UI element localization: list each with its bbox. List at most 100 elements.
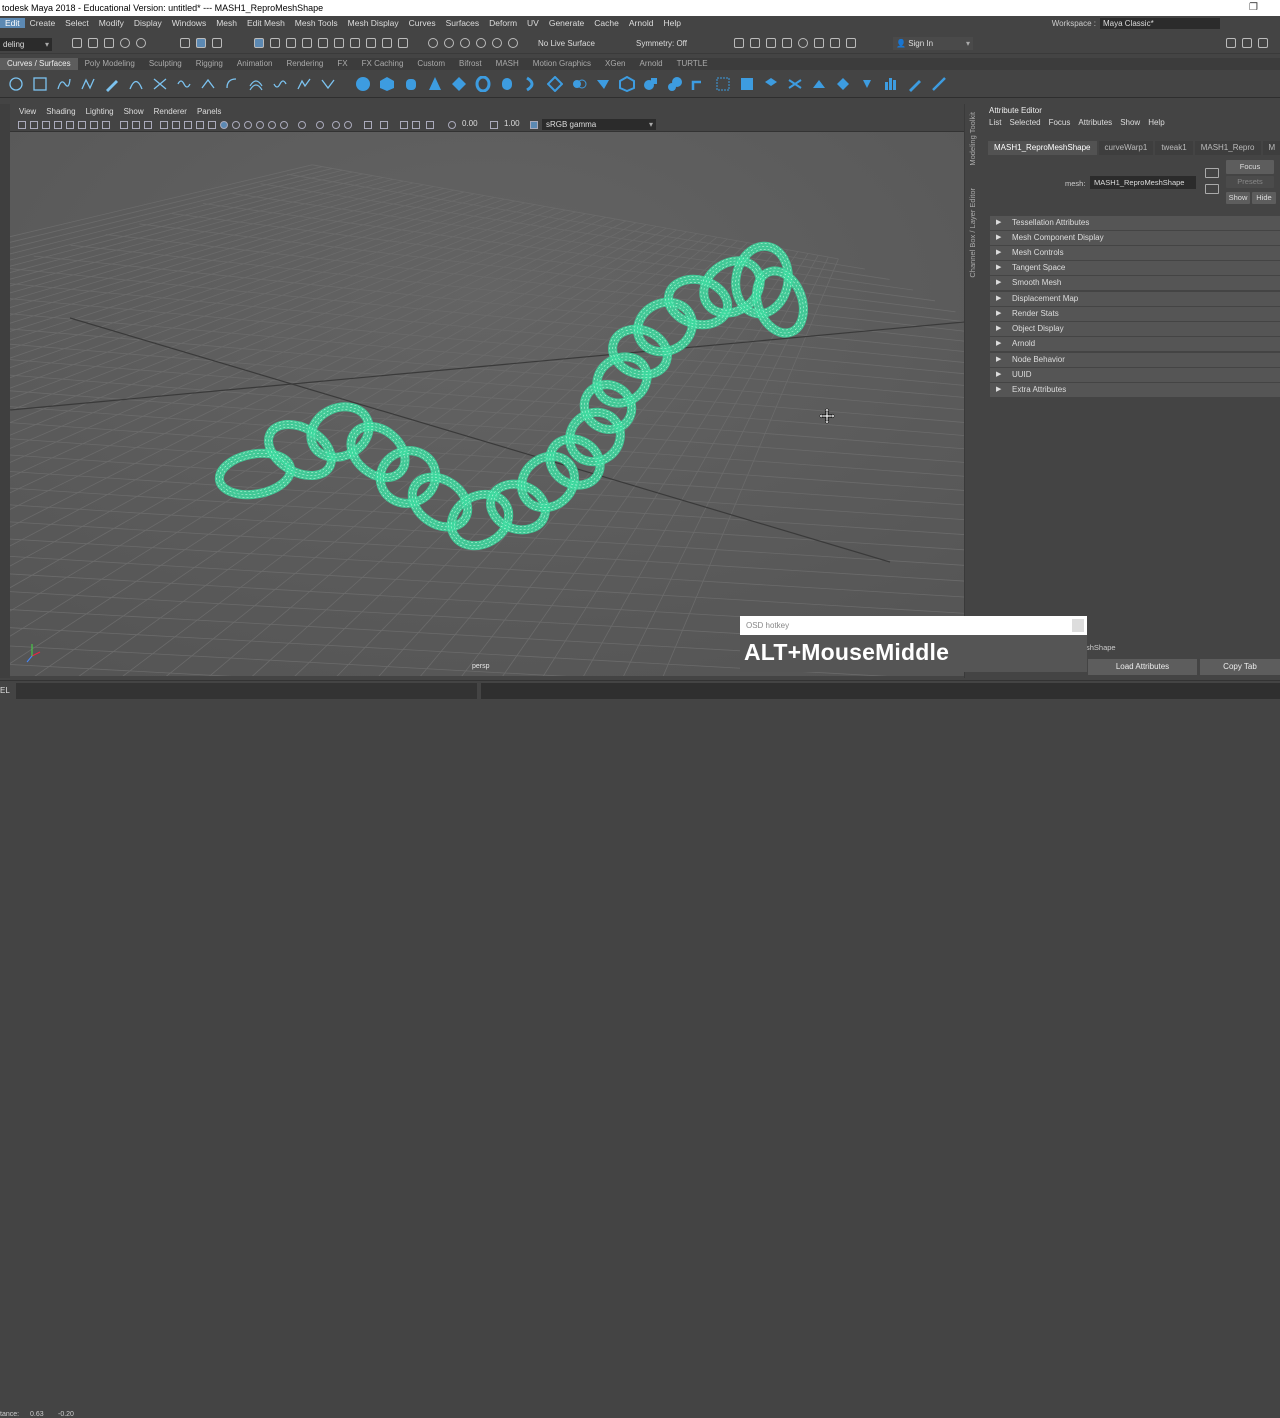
snap-curve-icon[interactable] xyxy=(444,38,454,48)
menu-windows[interactable]: Windows xyxy=(167,18,211,28)
nurbs-cylinder-icon[interactable] xyxy=(403,76,419,92)
copy-node-icon[interactable] xyxy=(1205,184,1219,194)
menu-mesh[interactable]: Mesh xyxy=(211,18,242,28)
smooth-shade-icon[interactable] xyxy=(196,121,204,129)
viewport-renderer-icon[interactable] xyxy=(412,121,420,129)
insert-knot-icon[interactable] xyxy=(200,76,216,92)
textured-icon[interactable] xyxy=(244,121,252,129)
section-tangent-space[interactable]: ▶Tangent Space xyxy=(990,261,1280,275)
color-space-dropdown[interactable]: sRGB gamma xyxy=(542,119,656,130)
nurbs-torus-icon[interactable] xyxy=(475,76,491,92)
ae-menu-attributes[interactable]: Attributes xyxy=(1074,118,1116,127)
lights-icon[interactable] xyxy=(256,121,264,129)
menu-display[interactable]: Display xyxy=(129,18,167,28)
gate-mask-icon[interactable] xyxy=(132,121,140,129)
fillet-curve-icon[interactable] xyxy=(320,76,336,92)
ae-menu-list[interactable]: List xyxy=(985,118,1005,127)
extrude-icon[interactable] xyxy=(595,76,611,92)
grid-icon[interactable] xyxy=(90,121,98,129)
color-management-icon[interactable] xyxy=(530,121,538,129)
menu-edit[interactable]: Edit xyxy=(0,18,25,28)
select-object-icon[interactable] xyxy=(196,38,206,48)
hud-icon[interactable] xyxy=(400,121,408,129)
mask-deform-icon[interactable] xyxy=(366,38,376,48)
sculpt-geometry-icon[interactable] xyxy=(883,76,899,92)
film-gate-icon[interactable] xyxy=(102,121,110,129)
cv-curve-icon[interactable] xyxy=(56,76,72,92)
revolve-icon[interactable] xyxy=(547,76,563,92)
workspace-dropdown[interactable]: Maya Classic* xyxy=(1100,18,1220,29)
field-chart-icon[interactable] xyxy=(144,121,152,129)
redo-icon[interactable] xyxy=(136,38,146,48)
menu-arnold[interactable]: Arnold xyxy=(624,18,659,28)
show-button[interactable]: Show xyxy=(1226,192,1250,204)
hypershade-icon[interactable] xyxy=(782,38,792,48)
surface-editing-icon[interactable] xyxy=(907,76,923,92)
menu-select[interactable]: Select xyxy=(60,18,94,28)
select-camera-icon[interactable] xyxy=(18,121,26,129)
snap-point-icon[interactable] xyxy=(460,38,470,48)
insert-isoparm-icon[interactable] xyxy=(859,76,875,92)
2d-pan-zoom-icon[interactable] xyxy=(66,121,74,129)
section-object-display[interactable]: ▶Object Display xyxy=(990,322,1280,336)
select-hierarchy-icon[interactable] xyxy=(180,38,190,48)
menu-cache[interactable]: Cache xyxy=(589,18,624,28)
shelf-tab-rendering[interactable]: Rendering xyxy=(279,58,330,70)
motion-blur-icon[interactable] xyxy=(298,121,306,129)
shelf-tab-curves-surfaces[interactable]: Curves / Surfaces xyxy=(0,58,78,70)
mesh-name-field[interactable]: MASH1_ReproMeshShape xyxy=(1090,176,1196,189)
ae-tab-curve-warp[interactable]: curveWarp1 xyxy=(1099,141,1154,155)
ae-tab-repro-mesh-shape[interactable]: MASH1_ReproMeshShape xyxy=(988,141,1097,155)
open-scene-icon[interactable] xyxy=(88,38,98,48)
viewport-menu-view[interactable]: View xyxy=(14,107,41,116)
save-scene-icon[interactable] xyxy=(104,38,114,48)
depth-of-field-icon[interactable] xyxy=(332,121,340,129)
loft-icon[interactable] xyxy=(499,76,515,92)
bevel-icon[interactable] xyxy=(619,76,635,92)
select-component-icon[interactable] xyxy=(212,38,222,48)
rebuild-curve-icon[interactable] xyxy=(296,76,312,92)
xray-active-icon[interactable] xyxy=(380,121,388,129)
menu-set-dropdown[interactable]: deling xyxy=(0,38,52,51)
mask-joint-icon[interactable] xyxy=(318,38,328,48)
menu-deform[interactable]: Deform xyxy=(484,18,522,28)
shelf-tab-arnold[interactable]: Arnold xyxy=(633,58,670,70)
menu-edit-mesh[interactable]: Edit Mesh xyxy=(242,18,290,28)
copy-tab-button[interactable]: Copy Tab xyxy=(1200,659,1280,675)
side-tab-modeling-toolkit[interactable]: Modeling Toolkit xyxy=(968,112,977,166)
mask-uv-icon[interactable] xyxy=(302,38,312,48)
viewport-menu-show[interactable]: Show xyxy=(119,107,149,116)
nurbs-circle-icon[interactable] xyxy=(8,76,24,92)
focus-button[interactable]: Focus xyxy=(1226,160,1274,174)
viewport-menu-renderer[interactable]: Renderer xyxy=(149,107,192,116)
nurbs-cone-icon[interactable] xyxy=(427,76,443,92)
snap-surface-icon[interactable] xyxy=(492,38,502,48)
ae-menu-show[interactable]: Show xyxy=(1116,118,1144,127)
arnold-render-icon[interactable] xyxy=(830,38,840,48)
mask-surface-icon[interactable] xyxy=(350,38,360,48)
command-language-label[interactable]: EL xyxy=(0,686,10,695)
ae-tab-tweak[interactable]: tweak1 xyxy=(1155,141,1192,155)
menu-curves[interactable]: Curves xyxy=(404,18,441,28)
nurbs-square-icon[interactable] xyxy=(32,76,48,92)
section-node-behavior[interactable]: ▶Node Behavior xyxy=(990,353,1280,367)
image-plane-icon[interactable] xyxy=(54,121,62,129)
undo-icon[interactable] xyxy=(120,38,130,48)
command-input[interactable] xyxy=(16,683,477,699)
selected-node-field[interactable]: shShape xyxy=(1086,643,1116,652)
wireframe-icon[interactable] xyxy=(184,121,192,129)
stitch-icon[interactable] xyxy=(739,76,755,92)
shelf-tab-motion-graphics[interactable]: Motion Graphics xyxy=(526,58,598,70)
ipr-render-icon[interactable] xyxy=(798,38,808,48)
side-tab-channel-box[interactable]: Channel Box / Layer Editor xyxy=(968,188,977,278)
use-default-material-icon[interactable] xyxy=(208,121,216,129)
osd-close-icon[interactable] xyxy=(1072,619,1084,632)
section-tessellation-attributes[interactable]: ▶Tessellation Attributes xyxy=(990,216,1280,230)
shelf-tab-poly-modeling[interactable]: Poly Modeling xyxy=(78,58,142,70)
reverse-curve-icon[interactable] xyxy=(272,76,288,92)
mask-face-icon[interactable] xyxy=(286,38,296,48)
mask-vertex-icon[interactable] xyxy=(254,38,264,48)
highlight-icon[interactable] xyxy=(398,38,408,48)
birail-icon[interactable] xyxy=(571,76,587,92)
shelf-tab-sculpting[interactable]: Sculpting xyxy=(142,58,189,70)
